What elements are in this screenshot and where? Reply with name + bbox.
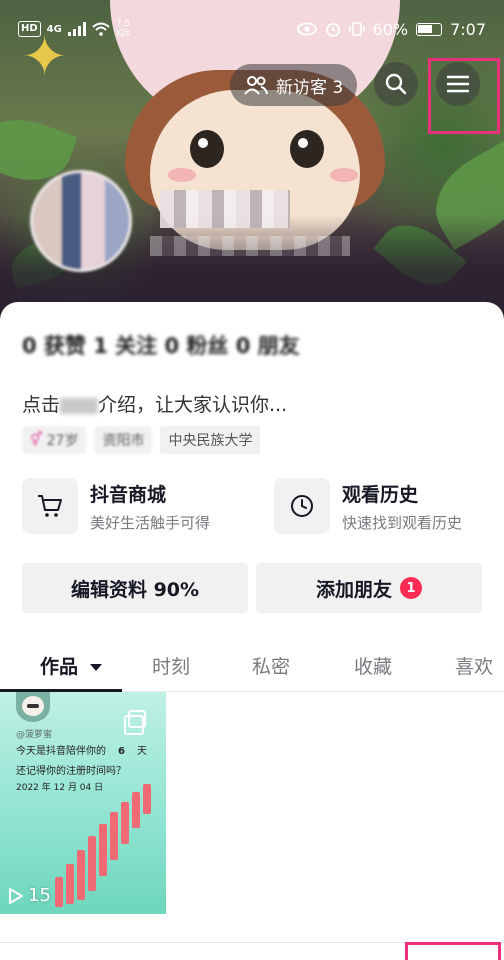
character-cheek — [330, 168, 358, 182]
edit-profile-button[interactable]: 编辑资料 90% — [22, 563, 248, 613]
stats-text: 0 获赞 1 关注 0 粉丝 0 朋友 — [22, 334, 300, 358]
location-tag: 资阳市 — [94, 426, 153, 454]
signal-icon — [67, 22, 86, 36]
profile-tags: ⚥ 27岁 资阳市 中央民族大学 — [22, 426, 261, 454]
post-text-line: 还记得你的注册时间吗？ — [16, 766, 126, 777]
eye-icon — [296, 22, 317, 36]
stair-decoration — [110, 812, 118, 860]
tab-moments[interactable]: 时刻 — [152, 652, 190, 679]
post-avatar — [16, 692, 50, 722]
tab-likes[interactable]: 喜欢 — [455, 652, 493, 679]
content-tabs: 作品 时刻 私密 收藏 喜欢 — [0, 642, 504, 692]
post-date: 2022 年 12 月 04 日 — [16, 783, 104, 793]
character-eye — [190, 130, 224, 168]
post-text-line: 今天是抖音陪伴你的 6 天 — [16, 746, 147, 757]
age-tag: ⚥ 27岁 — [22, 426, 87, 454]
vibrate-icon — [348, 22, 365, 36]
play-icon — [9, 887, 23, 904]
stair-decoration — [143, 784, 151, 814]
stair-decoration — [77, 850, 85, 900]
tab-private[interactable]: 私密 — [252, 652, 290, 679]
character-eye — [290, 130, 324, 168]
visitors-icon — [244, 76, 268, 95]
caret-down-icon — [89, 664, 102, 671]
play-count: 15 — [8, 885, 51, 906]
gender-icon: ⚥ — [30, 432, 43, 448]
video-thumbnail[interactable]: @菠萝蜜 今天是抖音陪伴你的 6 天 还记得你的注册时间吗？ 2022 年 12 月… — [0, 692, 166, 914]
status-bar: HD 4G 7.5 K/s 60% 7:07 — [0, 0, 504, 58]
new-visitors-button[interactable]: 新访客 3 — [230, 64, 358, 106]
stair-decoration — [132, 792, 140, 828]
tab-favorites[interactable]: 收藏 — [354, 652, 392, 679]
shortcut-title: 观看历史 — [342, 483, 419, 506]
stair-decoration — [88, 836, 96, 891]
cart-icon — [22, 478, 78, 534]
profile-stats[interactable]: 0 获赞 1 关注 0 粉丝 0 朋友 — [22, 330, 300, 360]
bio-text[interactable]: 点击 介绍，让大家认识你... — [22, 390, 287, 417]
clock-time: 7:07 — [450, 19, 486, 39]
search-button[interactable] — [374, 62, 418, 106]
shortcuts: 抖音商城 美好生活触手可得 观看历史 快速找到观看历史 — [22, 478, 492, 538]
tab-works[interactable]: 作品 — [40, 652, 103, 679]
school-tag: 中央民族大学 — [160, 426, 261, 454]
shortcut-subtitle: 美好生活触手可得 — [90, 513, 211, 532]
multi-image-icon — [124, 710, 146, 735]
new-visitors-label: 新访客 3 — [276, 77, 344, 98]
shortcut-title: 抖音商城 — [90, 483, 167, 506]
network-speed: 7.5 K/s — [115, 19, 131, 39]
nickname-mosaic — [160, 190, 290, 228]
battery-icon — [416, 22, 443, 36]
douyin-mall-shortcut[interactable]: 抖音商城 美好生活触手可得 — [22, 478, 210, 534]
post-handle: @菠萝蜜 — [16, 730, 53, 740]
watch-history-shortcut[interactable]: 观看历史 快速找到观看历史 — [274, 478, 462, 534]
clock-icon — [274, 478, 330, 534]
bottom-highlight-box — [405, 942, 501, 960]
avatar[interactable] — [30, 170, 132, 272]
character-cheek — [168, 168, 196, 182]
stair-decoration — [66, 864, 74, 904]
stair-decoration — [121, 802, 129, 844]
add-friend-button[interactable]: 添加朋友 1 — [256, 563, 482, 613]
user-id-mosaic — [150, 236, 350, 256]
shortcut-subtitle: 快速找到观看历史 — [342, 513, 463, 532]
bio-mask — [60, 397, 99, 414]
menu-highlight-box — [428, 58, 500, 134]
battery-percent: 60% — [372, 19, 409, 39]
notification-badge: 1 — [400, 577, 422, 599]
hd-badge: HD — [18, 21, 41, 37]
wifi-icon — [92, 22, 110, 36]
stair-decoration — [99, 824, 107, 876]
stair-decoration — [55, 877, 63, 907]
network-type: 4G — [46, 23, 62, 35]
alarm-icon — [325, 23, 340, 37]
search-icon — [385, 73, 407, 95]
